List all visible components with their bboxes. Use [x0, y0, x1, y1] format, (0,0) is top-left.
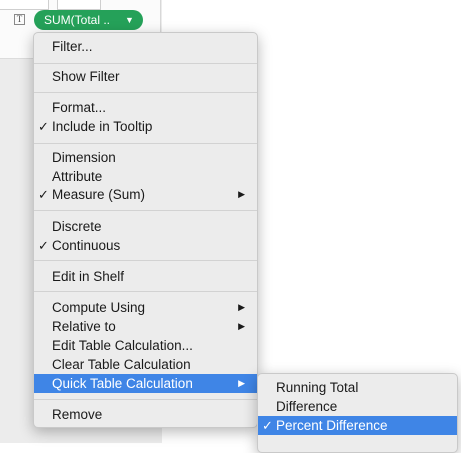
menu-item-label: Clear Table Calculation	[52, 357, 191, 372]
menu-item-clear-table-calculation[interactable]: Clear Table Calculation	[34, 355, 257, 374]
menu-item-label: Continuous	[52, 238, 121, 253]
menu-item-edit-in-shelf[interactable]: Edit in Shelf	[34, 267, 257, 286]
menu-separator	[34, 291, 257, 292]
context-menu: Filter... Show Filter Format... ✓ Include…	[33, 32, 258, 428]
checkmark-icon: ✓	[262, 418, 273, 433]
menu-item-label: Dimension	[52, 150, 116, 165]
menu-item-show-filter[interactable]: Show Filter	[34, 67, 257, 86]
menu-item-edit-table-calculation[interactable]: Edit Table Calculation...	[34, 336, 257, 355]
menu-separator	[34, 399, 257, 400]
menu-item-label: Filter...	[52, 39, 93, 54]
menu-item-label: Remove	[52, 407, 103, 422]
menu-item-include-in-tooltip[interactable]: ✓ Include in Tooltip	[34, 117, 257, 136]
checkmark-icon: ✓	[38, 238, 49, 253]
menu-item-relative-to[interactable]: Relative to ▶	[34, 317, 257, 336]
menu-separator	[34, 92, 257, 93]
menu-item-format[interactable]: Format...	[34, 98, 257, 117]
submenu-arrow-icon: ▶	[238, 378, 245, 388]
submenu-item-percent-difference[interactable]: ✓ Percent Difference	[258, 416, 457, 435]
menu-item-dimension[interactable]: Dimension	[34, 148, 257, 167]
menu-item-label: Edit Table Calculation...	[52, 338, 193, 353]
menu-separator	[34, 210, 257, 211]
menu-separator	[34, 260, 257, 261]
shelf-tab[interactable]	[57, 0, 101, 10]
submenu-arrow-icon: ▶	[238, 321, 245, 331]
menu-item-label: Running Total	[276, 380, 359, 395]
menu-item-label: Format...	[52, 100, 107, 115]
menu-item-label: Measure (Sum)	[52, 187, 146, 202]
measure-pill[interactable]: SUM(Total .. ▼	[34, 10, 143, 30]
menu-item-quick-table-calculation[interactable]: Quick Table Calculation ▶	[34, 374, 257, 393]
menu-item-label: Compute Using	[52, 300, 146, 315]
chevron-down-icon[interactable]: ▼	[125, 10, 134, 30]
menu-item-label: Difference	[276, 399, 338, 414]
submenu-item-running-total[interactable]: Running Total	[258, 378, 457, 397]
pill-label: SUM(Total ..	[44, 13, 111, 27]
menu-item-label: Edit in Shelf	[52, 269, 125, 284]
menu-item-measure-sum[interactable]: ✓ Measure (Sum) ▶	[34, 185, 257, 204]
menu-item-filter[interactable]: Filter...	[34, 37, 257, 56]
menu-item-label: Quick Table Calculation	[52, 376, 193, 391]
menu-item-label: Include in Tooltip	[52, 119, 153, 134]
menu-item-label: Percent Difference	[276, 418, 388, 433]
menu-item-compute-using[interactable]: Compute Using ▶	[34, 298, 257, 317]
menu-item-remove[interactable]: Remove	[34, 405, 257, 424]
submenu-arrow-icon: ▶	[238, 189, 245, 199]
checkmark-icon: ✓	[38, 119, 49, 134]
menu-item-continuous[interactable]: ✓ Continuous	[34, 236, 257, 255]
checkmark-icon: ✓	[38, 187, 49, 202]
menu-item-attribute[interactable]: Attribute	[34, 167, 257, 186]
menu-item-label: Attribute	[52, 169, 103, 184]
shelf-tab[interactable]	[0, 0, 49, 10]
menu-item-label: Relative to	[52, 319, 116, 334]
submenu-arrow-icon: ▶	[238, 302, 245, 312]
text-mark-icon: T	[14, 14, 25, 25]
menu-separator	[34, 63, 257, 64]
menu-separator	[34, 143, 257, 144]
menu-item-discrete[interactable]: Discrete	[34, 217, 257, 236]
menu-item-label: Show Filter	[52, 69, 120, 84]
menu-item-label: Discrete	[52, 219, 102, 234]
quick-table-calculation-submenu: Running Total Difference ✓ Percent Differ…	[257, 373, 458, 453]
submenu-item-difference[interactable]: Difference	[258, 397, 457, 416]
